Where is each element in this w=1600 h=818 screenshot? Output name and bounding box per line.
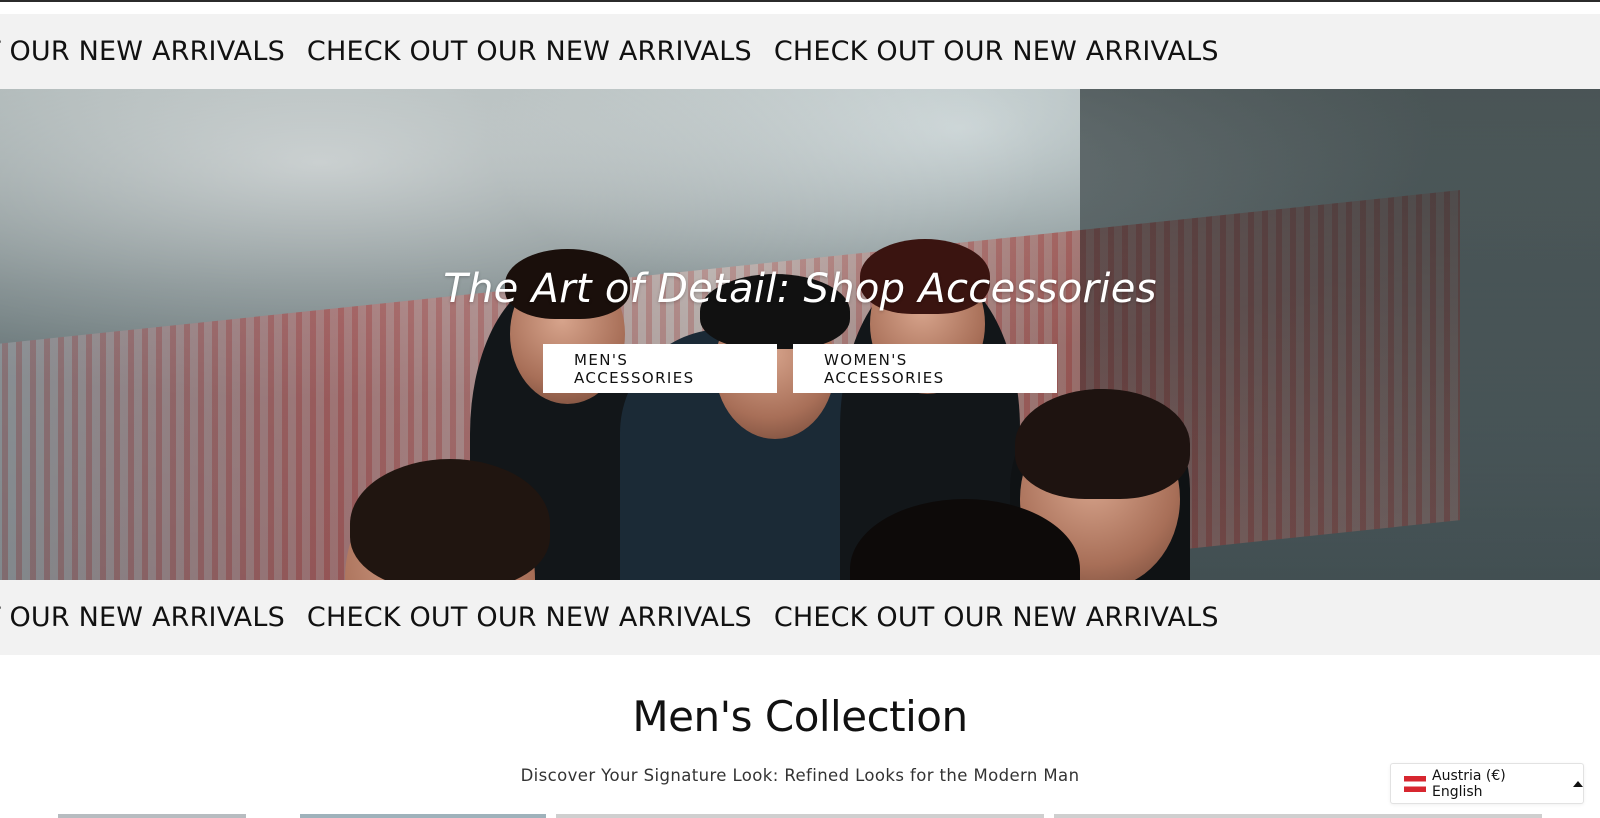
locale-selector[interactable]: Austria (€) English bbox=[1390, 763, 1584, 804]
marquee-item: CHECK OUT OUR NEW ARRIVALS bbox=[773, 36, 1219, 67]
marquee-item: CHECK OUT OUR NEW ARRIVALS bbox=[773, 602, 1219, 633]
product-card[interactable] bbox=[300, 814, 546, 818]
collection-title: Men's Collection bbox=[632, 692, 968, 741]
marquee-item: CHECK OUT OUR NEW ARRIVALS bbox=[306, 36, 752, 67]
marquee-item: T OUR NEW ARRIVALS bbox=[0, 36, 285, 67]
product-card[interactable] bbox=[556, 814, 1044, 818]
hero-content: The Art of Detail: Shop Accessories MEN'… bbox=[0, 89, 1600, 580]
announcement-marquee-top: T OUR NEW ARRIVALS CHECK OUT OUR NEW ARR… bbox=[0, 14, 1600, 89]
locale-label: Austria (€) English bbox=[1432, 767, 1506, 800]
collection-subtitle: Discover Your Signature Look: Refined Lo… bbox=[520, 766, 1080, 785]
marquee-track: T OUR NEW ARRIVALS CHECK OUT OUR NEW ARR… bbox=[0, 580, 1219, 655]
marquee-item: CHECK OUT OUR NEW ARRIVALS bbox=[306, 602, 752, 633]
hero-buttons: MEN'S ACCESSORIES WOMEN'S ACCESSORIES bbox=[543, 344, 1057, 393]
product-card[interactable] bbox=[58, 814, 246, 818]
womens-accessories-button[interactable]: WOMEN'S ACCESSORIES bbox=[793, 344, 1057, 393]
announcement-marquee-bottom: T OUR NEW ARRIVALS CHECK OUT OUR NEW ARR… bbox=[0, 580, 1600, 655]
product-card[interactable] bbox=[1054, 814, 1542, 818]
marquee-item: T OUR NEW ARRIVALS bbox=[0, 602, 285, 633]
window-top-border bbox=[0, 0, 1600, 2]
mens-accessories-button[interactable]: MEN'S ACCESSORIES bbox=[543, 344, 777, 393]
caret-up-icon bbox=[1573, 780, 1583, 787]
austria-flag-icon bbox=[1404, 775, 1426, 792]
marquee-track: T OUR NEW ARRIVALS CHECK OUT OUR NEW ARR… bbox=[0, 14, 1219, 89]
hero-title: The Art of Detail: Shop Accessories bbox=[443, 266, 1157, 312]
